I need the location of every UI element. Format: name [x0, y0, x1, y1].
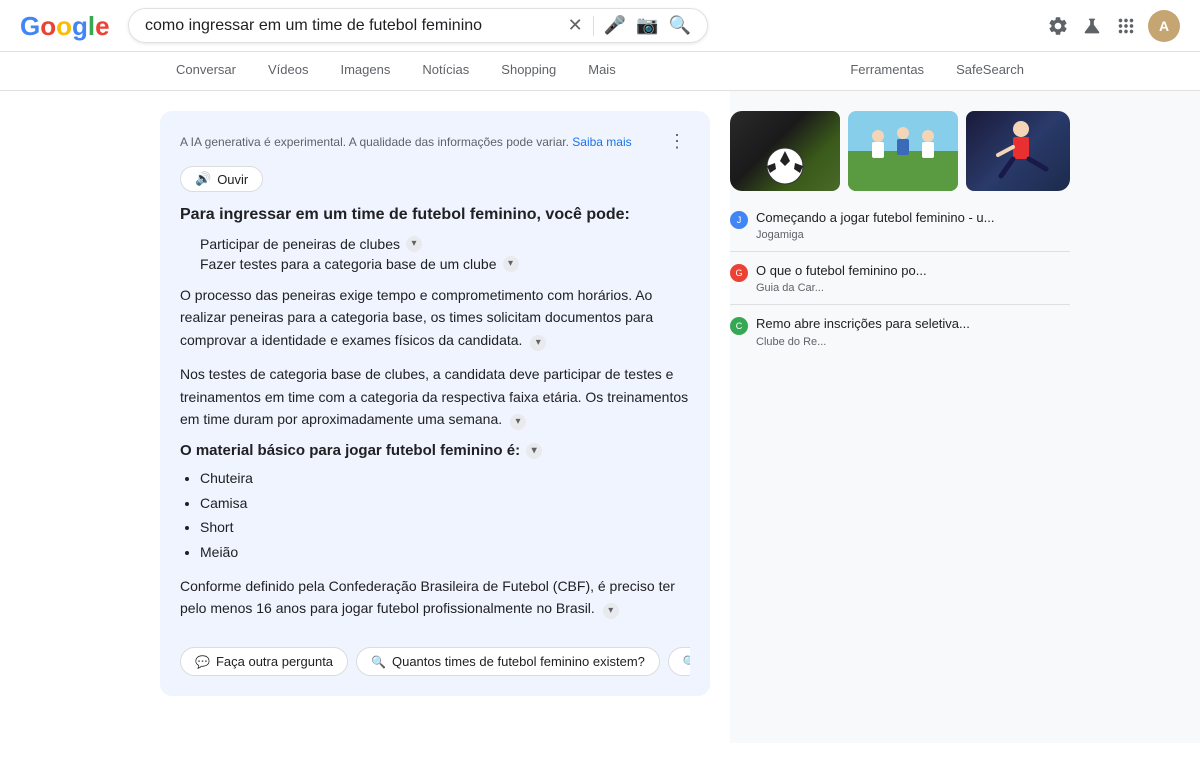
ai-answer-title: Para ingressar em um time de futebol fem…	[180, 206, 690, 224]
tab-noticias[interactable]: Notícias	[406, 52, 485, 90]
material-item-4: Meião	[200, 541, 690, 563]
search-actions: ✕ 🎤 📷 🔍	[568, 15, 691, 36]
image-strip: ›	[730, 111, 1070, 191]
settings-icon[interactable]	[1046, 14, 1070, 38]
source-card-1[interactable]: J Começando a jogar futebol feminino - u…	[730, 199, 1070, 251]
list-item: Participar de peneiras de clubes ▾	[200, 236, 690, 252]
image-card-3[interactable]	[966, 111, 1070, 191]
image-card-2[interactable]	[848, 111, 958, 191]
user-avatar[interactable]: A	[1148, 10, 1180, 42]
image-search-icon[interactable]: 📷	[636, 15, 658, 36]
ai-notice: A IA generativa é experimental. A qualid…	[180, 127, 690, 156]
expand-icon-2[interactable]: ▾	[503, 256, 519, 272]
header: Google como ingressar em um time de fute…	[0, 0, 1200, 52]
ai-paragraph-2: Nos testes de categoria base de clubes, …	[180, 363, 690, 430]
source-title-1: Começando a jogar futebol feminino - u..…	[756, 209, 1070, 227]
saiba-mais-link[interactable]: Saiba mais	[572, 135, 631, 149]
chip-melhor-jogadora[interactable]: 🔍 Qual a melhor jogadora do mundo?	[668, 647, 690, 676]
material-section-title: O material básico para jogar futebol fem…	[180, 442, 690, 459]
chat-icon: 💬	[195, 655, 210, 669]
source-cards: J Começando a jogar futebol feminino - u…	[730, 199, 1070, 358]
source-icon-3: C	[730, 317, 748, 335]
chip-ask-question[interactable]: 💬 Faça outra pergunta	[180, 647, 348, 676]
speaker-icon: 🔊	[195, 171, 211, 187]
list-item: Fazer testes para a categoria base de um…	[200, 256, 690, 272]
source-card-2[interactable]: G O que o futebol feminino po... Guia da…	[730, 251, 1070, 304]
source-card-3[interactable]: C Remo abre inscrições para seletiva... …	[730, 304, 1070, 357]
tab-ferramentas[interactable]: Ferramentas	[834, 52, 940, 90]
google-logo[interactable]: Google	[20, 11, 112, 41]
svg-text:Google: Google	[20, 11, 110, 41]
tab-imagens[interactable]: Imagens	[324, 52, 406, 90]
chip-quantos-times[interactable]: 🔍 Quantos times de futebol feminino exis…	[356, 647, 660, 676]
source-title-2: O que o futebol feminino po...	[756, 262, 1070, 280]
tab-shopping[interactable]: Shopping	[485, 52, 572, 90]
source-content-1: Começando a jogar futebol feminino - u..…	[756, 209, 1070, 241]
right-panel: › J Começando a jogar futebol feminino -…	[730, 91, 1090, 743]
tab-safesearch[interactable]: SafeSearch	[940, 52, 1040, 90]
expand-icon-material[interactable]: ▾	[526, 443, 542, 459]
ai-answer-panel: A IA generativa é experimental. A qualid…	[0, 91, 730, 743]
expand-icon-p2[interactable]: ▾	[510, 414, 526, 430]
voice-search-icon[interactable]: 🎤	[604, 15, 626, 36]
search-bar: como ingressar em um time de futebol fem…	[128, 8, 708, 43]
source-name-1: Jogamiga	[756, 229, 1070, 241]
search-input[interactable]: como ingressar em um time de futebol fem…	[145, 17, 560, 35]
expand-icon-p3[interactable]: ▾	[603, 603, 619, 619]
labs-icon[interactable]	[1080, 14, 1104, 38]
expand-icon-1[interactable]: ▾	[406, 236, 422, 252]
nav-tabs: Conversar Vídeos Imagens Notícias Shoppi…	[0, 52, 1200, 91]
source-name-3: Clube do Re...	[756, 336, 1070, 348]
material-list: Chuteira Camisa Short Meião	[200, 467, 690, 563]
source-title-3: Remo abre inscrições para seletiva...	[756, 315, 1070, 333]
clear-icon[interactable]: ✕	[568, 15, 583, 36]
material-item-1: Chuteira	[200, 467, 690, 489]
expand-icon-p1[interactable]: ▾	[530, 335, 546, 351]
ai-generative-box: A IA generativa é experimental. A qualid…	[160, 111, 710, 696]
material-item-3: Short	[200, 516, 690, 538]
source-icon-2: G	[730, 264, 748, 282]
header-right: A	[1046, 10, 1180, 42]
source-name-2: Guia da Car...	[756, 282, 1070, 294]
ai-paragraph-1: O processo das peneiras exige tempo e co…	[180, 284, 690, 351]
apps-icon[interactable]	[1114, 14, 1138, 38]
chip-search-icon: 🔍	[371, 655, 386, 669]
main-content: A IA generativa é experimental. A qualid…	[0, 91, 1200, 743]
tab-conversar[interactable]: Conversar	[160, 52, 252, 90]
source-icon-1: J	[730, 211, 748, 229]
listen-button[interactable]: 🔊 Ouvir	[180, 166, 263, 192]
tab-mais[interactable]: Mais	[572, 52, 631, 90]
more-options-icon[interactable]: ⋮	[664, 127, 690, 156]
ai-paragraph-3: Conforme definido pela Confederação Bras…	[180, 575, 690, 620]
suggestion-chips: 💬 Faça outra pergunta 🔍 Quantos times de…	[180, 632, 690, 680]
ai-steps-list: Participar de peneiras de clubes ▾ Fazer…	[200, 236, 690, 272]
source-content-3: Remo abre inscrições para seletiva... Cl…	[756, 315, 1070, 347]
image-card-1[interactable]	[730, 111, 840, 191]
chip-search-icon-2: 🔍	[683, 655, 690, 669]
source-content-2: O que o futebol feminino po... Guia da C…	[756, 262, 1070, 294]
ai-notice-text: A IA generativa é experimental. A qualid…	[180, 135, 660, 149]
tab-videos[interactable]: Vídeos	[252, 52, 324, 90]
material-item-2: Camisa	[200, 492, 690, 514]
search-button-icon[interactable]: 🔍	[669, 15, 691, 36]
